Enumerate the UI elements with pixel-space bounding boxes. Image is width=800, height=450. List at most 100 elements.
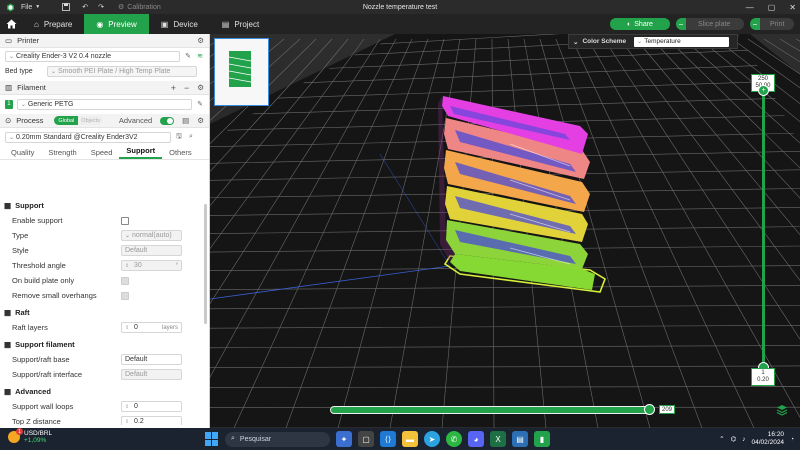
layer-bottom-height: 0.20 <box>757 377 769 383</box>
ticker-widget[interactable]: 1 USD/BRL +1,09% <box>8 428 53 444</box>
tab-prepare[interactable]: ⌂ Prepare <box>22 14 84 34</box>
ticker-symbol: USD/BRL <box>24 430 53 437</box>
file-menu-label: File <box>21 3 33 11</box>
threshold-angle-value: 30 <box>134 262 142 269</box>
excel-icon[interactable]: X <box>490 431 506 447</box>
whatsapp-icon[interactable]: ✆ <box>446 431 462 447</box>
move-slider-handle[interactable] <box>644 404 655 415</box>
enable-support-checkbox[interactable] <box>121 216 129 225</box>
tab-quality[interactable]: Quality <box>4 148 41 159</box>
undo-icon[interactable]: ↶ <box>82 3 88 11</box>
slice-plate-button[interactable]: − Slice plate <box>676 18 744 30</box>
advanced-toggle[interactable] <box>160 116 175 125</box>
degree-unit: ° <box>175 262 178 269</box>
printer-section-title: Printer <box>17 36 40 45</box>
windows-start-icon[interactable] <box>205 432 219 446</box>
network-icon[interactable]: ⌬ <box>731 435 737 443</box>
telegram-icon[interactable]: ➤ <box>424 431 440 447</box>
tab-speed[interactable]: Speed <box>84 148 120 159</box>
support-type-select[interactable]: ⌄ normal(auto) <box>121 230 182 241</box>
plate-thumbnail[interactable] <box>214 38 269 106</box>
objects-option[interactable]: Objects <box>78 116 103 125</box>
tab-others[interactable]: Others <box>162 148 199 159</box>
add-icon[interactable]: + <box>171 83 176 93</box>
volume-icon[interactable]: ♪ <box>742 436 745 443</box>
save-icon[interactable]: 🖫 <box>175 133 183 141</box>
layer-slider[interactable]: 250 50.00 + 1 0.20 <box>751 74 777 394</box>
build-plate-only-checkbox[interactable] <box>121 276 129 285</box>
support-interface-select[interactable]: Default <box>121 369 182 380</box>
global-objects-switch[interactable]: Global Objects <box>54 116 103 125</box>
app-logo-icon[interactable] <box>6 3 15 12</box>
share-label: Share <box>634 20 653 28</box>
tab-preview[interactable]: ◉ Preview <box>84 14 149 34</box>
search-icon[interactable]: ⌕ <box>187 133 195 141</box>
gear-icon[interactable]: ⚙ <box>197 36 204 45</box>
calibration-menu[interactable]: ⚙ Calibration <box>118 3 161 12</box>
tab-strength[interactable]: Strength <box>41 148 83 159</box>
share-button[interactable]: ◐ Share <box>610 18 670 30</box>
move-slider-track[interactable] <box>330 406 650 414</box>
process-profile-select[interactable]: ⌄ 0.20mm Standard @Creality Ender3V2 <box>5 131 171 143</box>
tab-device[interactable]: ▣ Device <box>149 14 210 34</box>
close-icon[interactable]: ✕ <box>789 3 796 12</box>
support-style-select[interactable]: Default <box>121 245 182 256</box>
edit-icon[interactable]: ✎ <box>196 100 204 108</box>
raft-layers-stepper[interactable]: ⇕ 0 layers <box>121 322 182 333</box>
remove-icon[interactable]: − <box>184 83 189 93</box>
terminal-icon[interactable]: ▤ <box>512 431 528 447</box>
tab-support[interactable]: Support <box>119 146 163 159</box>
slicer-app-icon[interactable]: ▮ <box>534 431 550 447</box>
process-tabs: Quality Strength Speed Support Others <box>0 146 209 160</box>
layers-icon[interactable] <box>776 404 788 416</box>
print-button[interactable]: − Print <box>750 18 794 30</box>
remove-overhangs-checkbox[interactable] <box>121 291 129 300</box>
gear-icon[interactable]: ⚙ <box>197 83 204 92</box>
top-z-stepper[interactable]: ⇕ 0.2 <box>121 416 182 425</box>
layer-slider-track[interactable] <box>762 94 765 370</box>
notification-bell-icon[interactable]: ◔ <box>790 436 794 443</box>
filament-select[interactable]: ⌄ Generic PETG <box>16 98 193 110</box>
settings-scrollbar[interactable] <box>204 204 207 324</box>
taskbar-search[interactable]: ⌕ Pesquisar <box>225 431 330 447</box>
redo-icon[interactable]: ↷ <box>98 3 104 11</box>
file-menu[interactable]: File ▼ <box>21 4 40 11</box>
minimize-icon[interactable]: — <box>746 3 754 12</box>
3d-viewport[interactable]: ⌄ Color Scheme ⌄ Temperature 250 50.00 +… <box>210 34 800 428</box>
color-scheme-select[interactable]: ⌄ Temperature <box>634 36 730 47</box>
threshold-angle-stepper[interactable]: ⇕ 30 ° <box>121 260 182 271</box>
raft-group-header: ▦ Raft <box>0 305 205 320</box>
home-icon[interactable] <box>0 14 22 34</box>
gear-icon[interactable]: ⚙ <box>197 116 204 125</box>
raft-icon: ▦ <box>4 308 12 317</box>
ticker-change: +1,09% <box>24 437 47 444</box>
widgets-app-icon[interactable]: ✦ <box>336 431 352 447</box>
discord-icon[interactable]: ◕ <box>468 431 484 447</box>
advanced-icon: ▦ <box>4 387 12 396</box>
global-option[interactable]: Global <box>54 116 79 125</box>
chevron-up-icon[interactable]: ⌃ <box>719 435 724 443</box>
maximize-icon[interactable]: ▢ <box>768 3 776 12</box>
search-icon: ⌕ <box>231 435 235 442</box>
taskbar-clock[interactable]: 16:20 04/02/2024 <box>752 431 785 447</box>
wall-loops-stepper[interactable]: ⇕ 0 <box>121 401 182 412</box>
folder-icon[interactable]: ▬ <box>402 431 418 447</box>
process-section-title: Process <box>16 116 44 125</box>
task-view-icon[interactable]: ▢ <box>358 431 374 447</box>
collapse-icon[interactable]: ⌄ <box>573 38 578 46</box>
tab-project[interactable]: ▤ Project <box>210 14 271 34</box>
wifi-icon[interactable]: ≋ <box>196 52 204 60</box>
move-slider[interactable]: 209 <box>330 403 675 417</box>
support-settings-list: ▦ Support Enable support Type ⌄ normal(a… <box>0 198 205 425</box>
support-base-select[interactable]: Default <box>121 354 182 365</box>
process-profile-name: 0.20mm Standard @Creality Ender3V2 <box>16 133 138 141</box>
support-interface-label: Support/raft interface <box>12 370 83 379</box>
layer-top-handle[interactable]: + <box>758 85 769 96</box>
edit-icon[interactable]: ✎ <box>184 52 192 60</box>
save-icon[interactable] <box>62 3 71 11</box>
vscode-icon[interactable]: ⟨⟩ <box>380 431 396 447</box>
printer-select[interactable]: ⌄ Creality Ender-3 V2 0.4 nozzle <box>5 50 180 62</box>
bed-type-select[interactable]: ⌄ Smooth PEI Plate / High Temp Plate <box>47 65 197 77</box>
compare-icon[interactable]: ▤ <box>182 116 189 125</box>
stepper-arrows-icon: ⇕ <box>125 324 130 331</box>
